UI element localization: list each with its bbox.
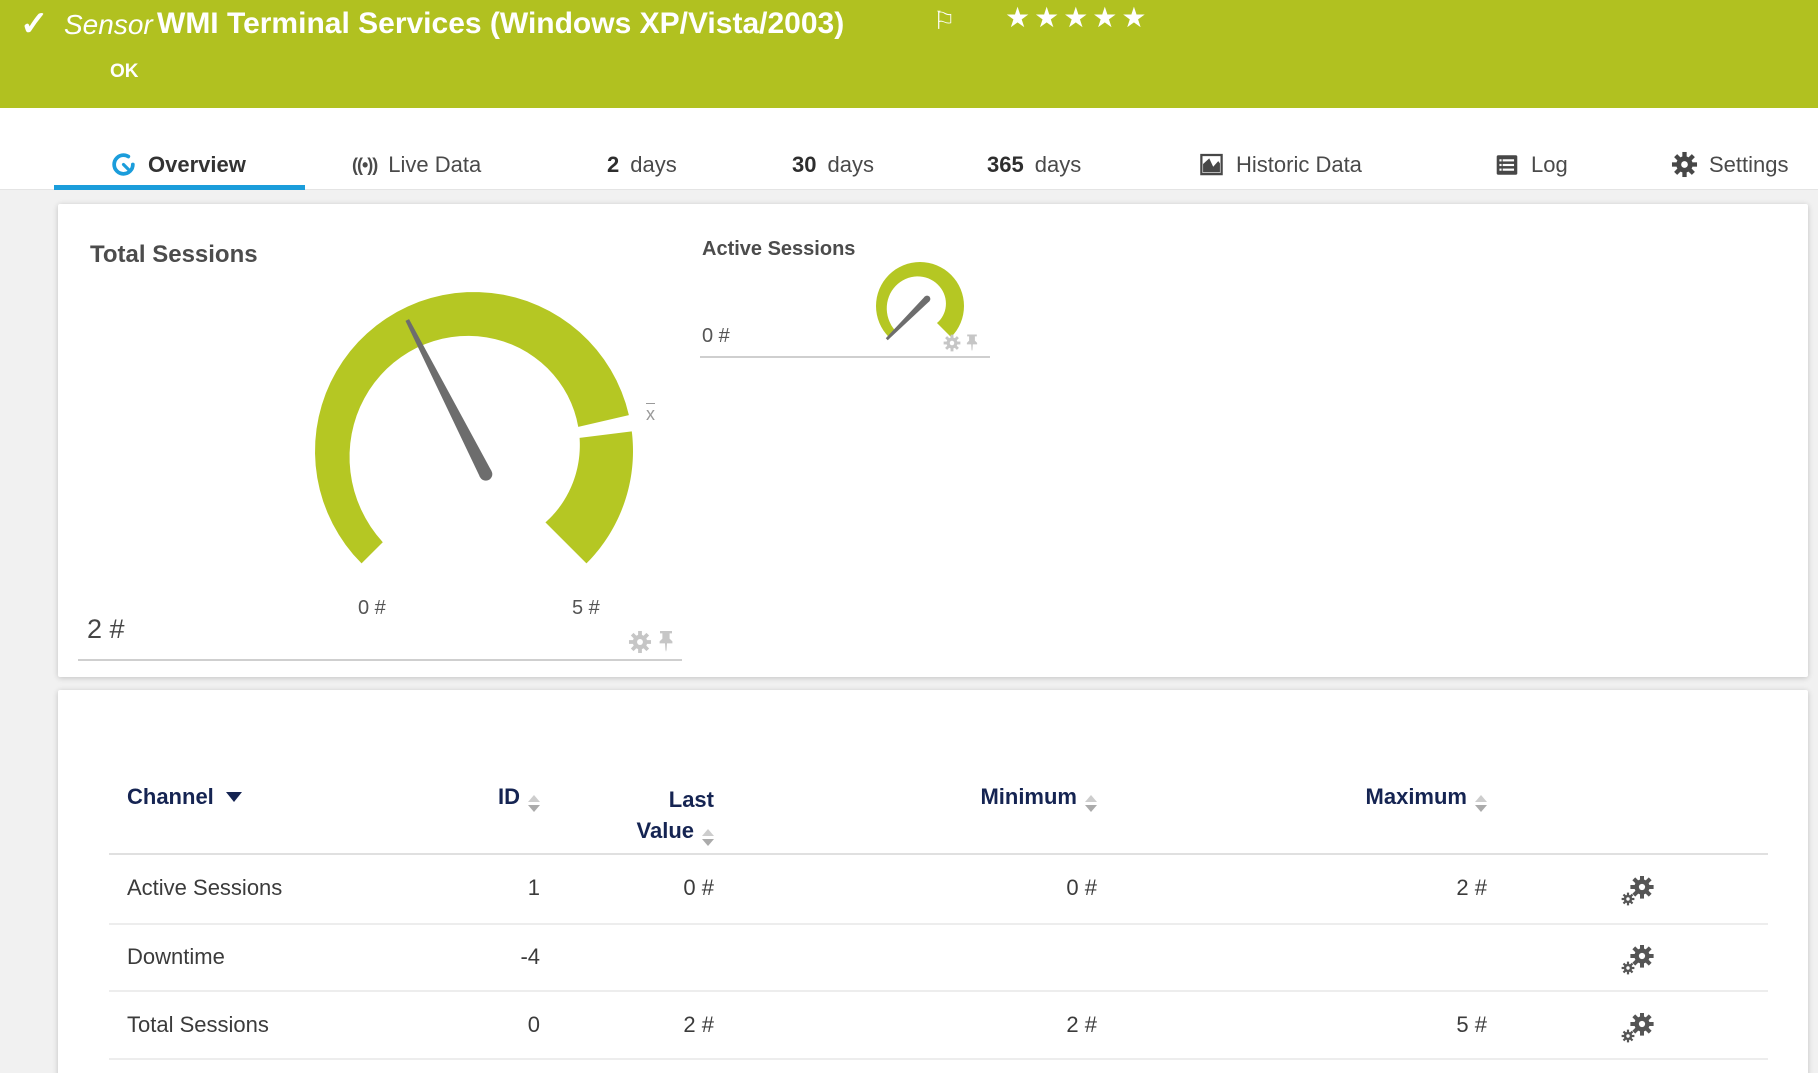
active-sessions-gauge-title: Active Sessions (702, 238, 855, 261)
tab-historic-data[interactable]: Historic Data (1198, 151, 1362, 178)
tab-30-days-label: days (827, 152, 873, 178)
row-total-sessions-last: 2 # (564, 1012, 714, 1038)
row-divider (109, 923, 1768, 925)
tab-live-data-label: Live Data (388, 152, 481, 178)
row-downtime-channel: Downtime (127, 944, 225, 970)
average-marker: x (646, 404, 655, 425)
priority-stars[interactable]: ★★★★★ (1005, 1, 1151, 34)
sort-arrows-icon (1085, 795, 1097, 812)
sort-arrows-icon (1475, 795, 1487, 812)
row-total-sessions-id: 0 (390, 1012, 540, 1038)
tab-live-data[interactable]: ((•)) Live Data (352, 152, 481, 178)
column-header-value-label: Value (637, 818, 694, 843)
active-sessions-value: 0 # (702, 325, 730, 348)
row-total-sessions-max: 5 # (1287, 1012, 1487, 1038)
tab-log[interactable]: Log (1494, 152, 1568, 178)
tab-log-label: Log (1531, 152, 1568, 178)
total-sessions-gear-pin-icons[interactable] (628, 628, 678, 661)
tab-30-days[interactable]: 30 days (792, 152, 874, 178)
tab-2-days-label: days (630, 152, 676, 178)
column-header-id[interactable]: ID (390, 784, 540, 812)
row-active-sessions-id: 1 (390, 875, 540, 901)
column-header-id-label: ID (498, 784, 520, 809)
total-sessions-gauge-title: Total Sessions (90, 241, 258, 269)
tab-30-days-number: 30 (792, 152, 816, 178)
tab-2-days-number: 2 (607, 152, 619, 178)
log-list-icon (1494, 152, 1520, 178)
channels-table-panel: Channel ID Last Value Minimum Maximum Ac… (58, 690, 1808, 1073)
column-header-channel[interactable]: Channel (127, 784, 242, 810)
flag-icon[interactable]: ⚐ (933, 6, 955, 36)
tab-bar: Overview ((•)) Live Data 2 days 30 days … (0, 108, 1818, 190)
status-badge: OK (110, 61, 139, 83)
column-header-last-label: Last (669, 787, 714, 812)
area-chart-icon (1198, 151, 1225, 178)
prtg-sensor-page: ✓ Sensor WMI Terminal Services (Windows … (0, 0, 1818, 1073)
row-divider (109, 1058, 1768, 1060)
total-sessions-value: 2 # (87, 614, 125, 645)
row-active-sessions-last: 0 # (564, 875, 714, 901)
row-total-sessions-min: 2 # (897, 1012, 1097, 1038)
tab-settings-label: Settings (1709, 152, 1789, 178)
row-active-sessions-channel: Active Sessions (127, 875, 282, 901)
column-header-minimum-label: Minimum (980, 784, 1077, 809)
gauge-icon (110, 151, 137, 178)
channel-settings-gears-icon[interactable] (1620, 1013, 1656, 1050)
sensor-type-label: Sensor (64, 9, 153, 41)
status-ok-check-icon: ✓ (20, 4, 49, 44)
tab-overview[interactable]: Overview (110, 151, 246, 178)
active-tab-underline (54, 185, 305, 190)
column-header-last-value[interactable]: Last Value (564, 784, 714, 846)
row-downtime-id: -4 (390, 944, 540, 970)
sort-arrows-icon (702, 829, 714, 846)
channel-settings-gears-icon[interactable] (1620, 876, 1656, 913)
total-sessions-gauge-min: 0 # (358, 597, 386, 620)
channel-settings-gears-icon[interactable] (1620, 945, 1656, 982)
broadcast-icon: ((•)) (352, 155, 377, 176)
tab-365-days-label: days (1035, 152, 1081, 178)
row-active-sessions-max: 2 # (1287, 875, 1487, 901)
row-total-sessions-channel: Total Sessions (127, 1012, 269, 1038)
row-divider (109, 990, 1768, 992)
row-active-sessions-min: 0 # (897, 875, 1097, 901)
sort-caret-down-icon (226, 792, 242, 802)
tab-365-days-number: 365 (987, 152, 1024, 178)
table-header-divider (109, 853, 1768, 855)
tab-365-days[interactable]: 365 days (987, 152, 1081, 178)
sensor-title: WMI Terminal Services (Windows XP/Vista/… (157, 7, 844, 41)
sensor-header: ✓ Sensor WMI Terminal Services (Windows … (0, 0, 1818, 108)
tab-historic-data-label: Historic Data (1236, 152, 1362, 178)
column-header-maximum-label: Maximum (1366, 784, 1467, 809)
gear-icon (1671, 151, 1698, 178)
column-header-minimum[interactable]: Minimum (897, 784, 1097, 812)
tab-2-days[interactable]: 2 days (607, 152, 677, 178)
total-sessions-underline (78, 659, 682, 661)
column-header-maximum[interactable]: Maximum (1287, 784, 1487, 812)
active-sessions-underline (700, 356, 990, 358)
total-sessions-gauge-max: 5 # (572, 597, 600, 620)
tab-overview-label: Overview (148, 152, 246, 178)
tab-settings[interactable]: Settings (1671, 151, 1789, 178)
sort-arrows-icon (528, 795, 540, 812)
active-sessions-gear-pin-icons[interactable] (942, 332, 982, 359)
column-header-channel-label: Channel (127, 784, 214, 809)
gauges-panel: Total Sessions x 2 # 0 # 5 # Active Sess… (58, 204, 1808, 677)
